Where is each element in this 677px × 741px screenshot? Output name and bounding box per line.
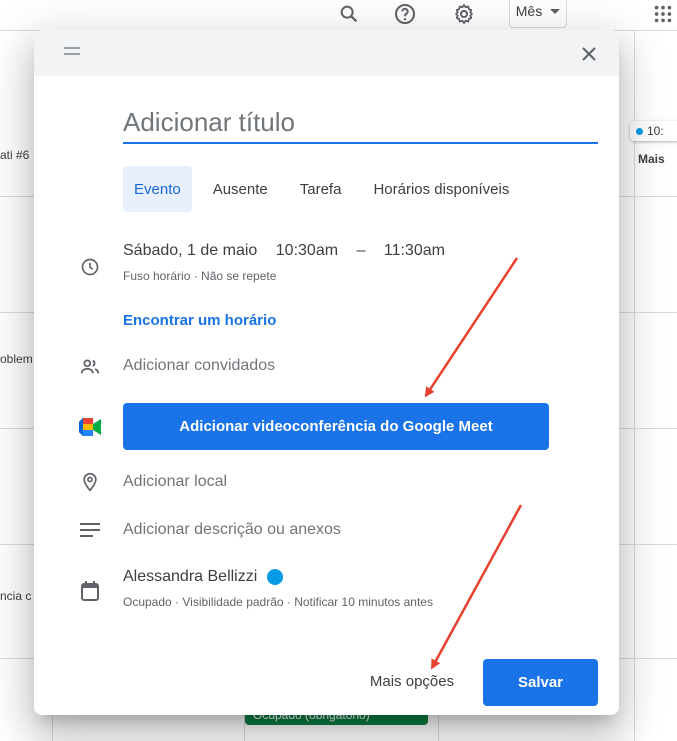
background-event-time: 10: — [647, 124, 664, 138]
calendar-owner-name: Alessandra Bellizzi — [123, 568, 258, 585]
view-select-label: Mês — [515, 3, 543, 19]
settings-icon[interactable] — [450, 0, 478, 28]
description-icon — [78, 518, 102, 542]
add-description-field[interactable]: Adicionar descrição ou anexos — [123, 521, 341, 539]
calendar-toolbar: Mês — [0, 0, 677, 32]
add-location-field[interactable]: Adicionar local — [123, 473, 227, 491]
calendar-color-dot[interactable] — [267, 569, 284, 585]
save-button[interactable]: Salvar — [483, 659, 598, 706]
add-guests-field[interactable]: Adicionar convidados — [123, 357, 275, 375]
more-options-button[interactable]: Mais opções — [340, 658, 484, 704]
chevron-down-icon — [550, 8, 561, 14]
event-date[interactable]: Sábado, 1 de maio — [123, 242, 257, 259]
event-type-tabs: Evento Ausente Tarefa Horários disponíve… — [123, 166, 530, 212]
search-icon[interactable] — [335, 0, 363, 28]
drag-handle-icon[interactable] — [64, 47, 80, 59]
tab-evento[interactable]: Evento — [123, 166, 192, 212]
time-separator: – — [356, 242, 366, 259]
background-event-text[interactable]: ati #6 — [0, 148, 29, 162]
event-end-time[interactable]: 11:30am — [384, 242, 445, 259]
apps-grid-icon[interactable] — [649, 0, 677, 28]
find-time-button[interactable]: Encontrar um horário — [123, 312, 276, 329]
event-quick-create-dialog: Evento Ausente Tarefa Horários disponíve… — [34, 30, 619, 715]
tab-ausente[interactable]: Ausente — [202, 166, 279, 212]
tab-tarefa[interactable]: Tarefa — [289, 166, 353, 212]
guests-icon — [78, 355, 102, 379]
calendar-icon — [78, 579, 102, 603]
availability-notification-link[interactable]: Ocupado · Visibilidade padrão · Notifica… — [123, 595, 433, 609]
google-meet-icon — [78, 415, 102, 439]
background-event-chip[interactable]: 10: — [630, 121, 677, 141]
location-pin-icon — [78, 470, 102, 494]
date-time-picker[interactable]: Sábado, 1 de maio 10:30am – 11:30am — [123, 242, 459, 260]
more-events-link[interactable]: Mais — [638, 152, 665, 166]
clock-icon — [78, 255, 102, 279]
calendar-owner[interactable]: Alessandra Bellizzi — [123, 568, 284, 586]
add-google-meet-button[interactable]: Adicionar videoconferência do Google Mee… — [123, 403, 549, 450]
background-event-text[interactable]: ncia c — [0, 589, 31, 603]
timezone-recurrence-link[interactable]: Fuso horário · Não se repete — [123, 269, 276, 283]
tab-horarios-disponiveis[interactable]: Horários disponíveis — [362, 166, 520, 212]
dialog-header — [34, 30, 619, 76]
background-event-text[interactable]: oblem — [0, 352, 33, 366]
event-start-time[interactable]: 10:30am — [276, 242, 338, 259]
view-select-button[interactable]: Mês — [509, 0, 567, 28]
calendar-color-dot — [636, 127, 643, 135]
title-input[interactable] — [123, 106, 598, 144]
close-icon[interactable] — [575, 40, 603, 68]
help-icon[interactable] — [391, 0, 419, 28]
